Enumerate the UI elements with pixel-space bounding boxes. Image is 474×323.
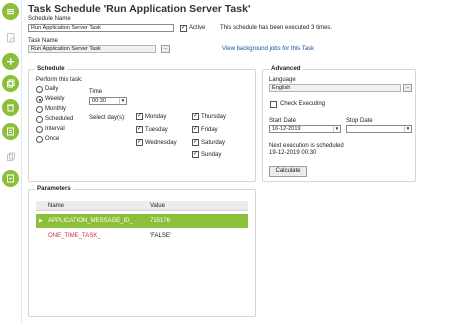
next-execution-label: Next execution is scheduled [269, 143, 344, 149]
table-row[interactable]: ONE_TIME_TASK_ 'FALSE' [36, 229, 248, 243]
checkbox-sunday[interactable]: ✓ [192, 151, 199, 158]
radio-scheduled-label: Scheduled [45, 116, 74, 122]
checkbox-thursday[interactable]: ✓ [192, 113, 199, 120]
radio-daily-label: Daily [45, 86, 59, 92]
duplicate-button[interactable] [2, 75, 19, 92]
trash-icon [7, 104, 14, 112]
chevron-down-icon: ▼ [333, 126, 340, 132]
search-button[interactable] [2, 29, 19, 46]
task-name-lookup-button[interactable]: ... [161, 45, 170, 53]
radio-interval-label: Interval [45, 126, 65, 132]
select-days-label: Select day(s): [89, 115, 126, 121]
radio-once-label: Once [45, 136, 60, 142]
label-sunday: Sunday [201, 152, 222, 158]
duplicate-icon [7, 79, 15, 88]
column-header-value[interactable]: Value [150, 201, 165, 211]
param-value: 715176 [150, 218, 171, 224]
label-tuesday: Tuesday [145, 127, 168, 133]
radio-monthly[interactable] [36, 106, 43, 113]
active-label: Active [189, 25, 206, 31]
time-label: Time [89, 89, 103, 95]
language-label: Language [269, 77, 296, 83]
schedule-name-label: Schedule Name [28, 16, 71, 22]
radio-interval[interactable] [36, 126, 43, 133]
next-execution-date: 19-12-2019 00:30 [269, 150, 317, 156]
label-wednesday: Wednesday [145, 140, 177, 146]
time-select[interactable]: 00:30 ▼ [89, 97, 127, 105]
column-header-name[interactable]: Name [48, 201, 64, 211]
param-name: APPLICATION_MESSAGE_ID_ [48, 218, 133, 224]
copy-icon [6, 152, 15, 161]
label-friday: Friday [201, 127, 218, 133]
param-value: 'FALSE' [150, 233, 171, 239]
label-saturday: Saturday [201, 140, 226, 146]
plus-icon [7, 58, 14, 65]
advanced-group-title: Advanced [269, 65, 303, 72]
radio-daily[interactable] [36, 86, 43, 93]
radio-once[interactable] [36, 136, 43, 143]
checkbox-friday[interactable]: ✓ [192, 126, 199, 133]
start-date-value: 16-12-2019 [272, 126, 301, 132]
details-button[interactable] [2, 123, 19, 140]
label-monday: Monday [145, 114, 167, 120]
checkbox-tuesday[interactable]: ✓ [136, 126, 143, 133]
checkbox-wednesday[interactable]: ✓ [136, 139, 143, 146]
checkbox-monday[interactable]: ✓ [136, 113, 143, 120]
menu-icon [7, 9, 14, 15]
new-record-button[interactable] [2, 53, 19, 70]
calculate-button[interactable]: Calculate [269, 166, 307, 177]
param-name: ONE_TIME_TASK_ [48, 233, 101, 239]
delete-button[interactable] [2, 99, 19, 116]
chevron-down-icon: ▼ [119, 98, 126, 104]
stop-date-picker[interactable]: ▼ [346, 125, 412, 133]
radio-weekly-label: Weekly [45, 96, 65, 102]
start-date-picker[interactable]: 16-12-2019 ▼ [269, 125, 341, 133]
radio-weekly[interactable] [36, 96, 43, 103]
start-date-label: Start Date [269, 118, 297, 124]
report-button[interactable] [2, 170, 19, 187]
page-title: Task Schedule 'Run Application Server Ta… [28, 3, 251, 15]
schedule-name-input[interactable]: Run Application Server Task [28, 24, 174, 32]
navigator-button[interactable] [2, 3, 19, 20]
language-field[interactable]: English [269, 84, 401, 92]
list-detail-icon [7, 127, 14, 136]
check-executing-checkbox[interactable] [270, 101, 277, 108]
task-name-field[interactable]: Run Application Server Task [28, 45, 156, 53]
radio-monthly-label: Monthly [45, 106, 67, 112]
parameters-grid-header: Name Value [36, 201, 248, 211]
parameters-group-title: Parameters [35, 185, 73, 192]
task-name-label: Task Name [28, 38, 59, 44]
chevron-down-icon: ▼ [404, 126, 411, 132]
active-checkbox[interactable]: ✓ [180, 25, 187, 32]
perform-task-label: Perform this task: [36, 77, 83, 83]
execution-count-text: This schedule has been executed 3 times. [220, 25, 333, 31]
label-thursday: Thursday [201, 114, 227, 120]
stop-date-label: Stop Date [346, 118, 373, 124]
check-executing-label: Check Executing [280, 101, 326, 107]
language-lookup-button[interactable]: ... [403, 84, 412, 92]
checkbox-saturday[interactable]: ✓ [192, 139, 199, 146]
row-indicator-icon: ▶ [39, 218, 43, 224]
time-value: 00:30 [92, 98, 106, 104]
table-row[interactable]: ▶ APPLICATION_MESSAGE_ID_ 715176 [36, 214, 248, 228]
document-search-icon [6, 32, 15, 42]
view-background-jobs-link[interactable]: View background jobs for this Task [222, 46, 314, 52]
copy-button[interactable] [2, 148, 19, 165]
schedule-group-title: Schedule [35, 65, 67, 72]
radio-scheduled[interactable] [36, 116, 43, 123]
left-toolbar [0, 0, 22, 323]
report-icon [7, 174, 14, 183]
